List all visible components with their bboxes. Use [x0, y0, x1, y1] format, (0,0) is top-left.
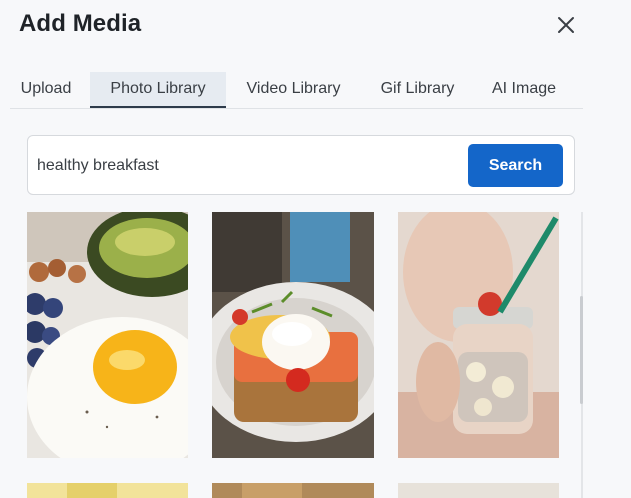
tab-bar: Upload Photo Library Video Library Gif L…: [10, 72, 583, 109]
dialog-title: Add Media: [19, 10, 142, 37]
tab-gif-library[interactable]: Gif Library: [370, 72, 465, 108]
photo-egg-avocado[interactable]: [27, 212, 188, 458]
tab-upload[interactable]: Upload: [10, 72, 82, 108]
photo-row2-2[interactable]: [212, 483, 374, 498]
photo-row2-3[interactable]: [398, 483, 559, 498]
photo-smoothie-jar[interactable]: [398, 212, 559, 458]
tab-ai-image[interactable]: AI Image: [483, 72, 565, 108]
tab-photo-library[interactable]: Photo Library: [90, 72, 226, 108]
search-input[interactable]: [35, 152, 459, 180]
photo-salmon-toast-image: [212, 212, 374, 458]
photo-egg-avocado-image: [27, 212, 188, 458]
photo-row2-2-image: [212, 483, 374, 498]
photo-row2-1-image: [27, 483, 188, 498]
photo-row2-3-image: [398, 483, 559, 498]
photo-smoothie-jar-image: [398, 212, 559, 458]
tab-video-library[interactable]: Video Library: [236, 72, 351, 108]
search-box: Search: [27, 135, 575, 195]
photo-salmon-toast[interactable]: [212, 212, 374, 458]
search-button[interactable]: Search: [468, 144, 563, 187]
close-icon: [558, 17, 574, 33]
close-button[interactable]: [554, 13, 578, 37]
scrollbar-thumb[interactable]: [580, 296, 583, 404]
photo-grid: [0, 210, 631, 498]
photo-row2-1[interactable]: [27, 483, 188, 498]
